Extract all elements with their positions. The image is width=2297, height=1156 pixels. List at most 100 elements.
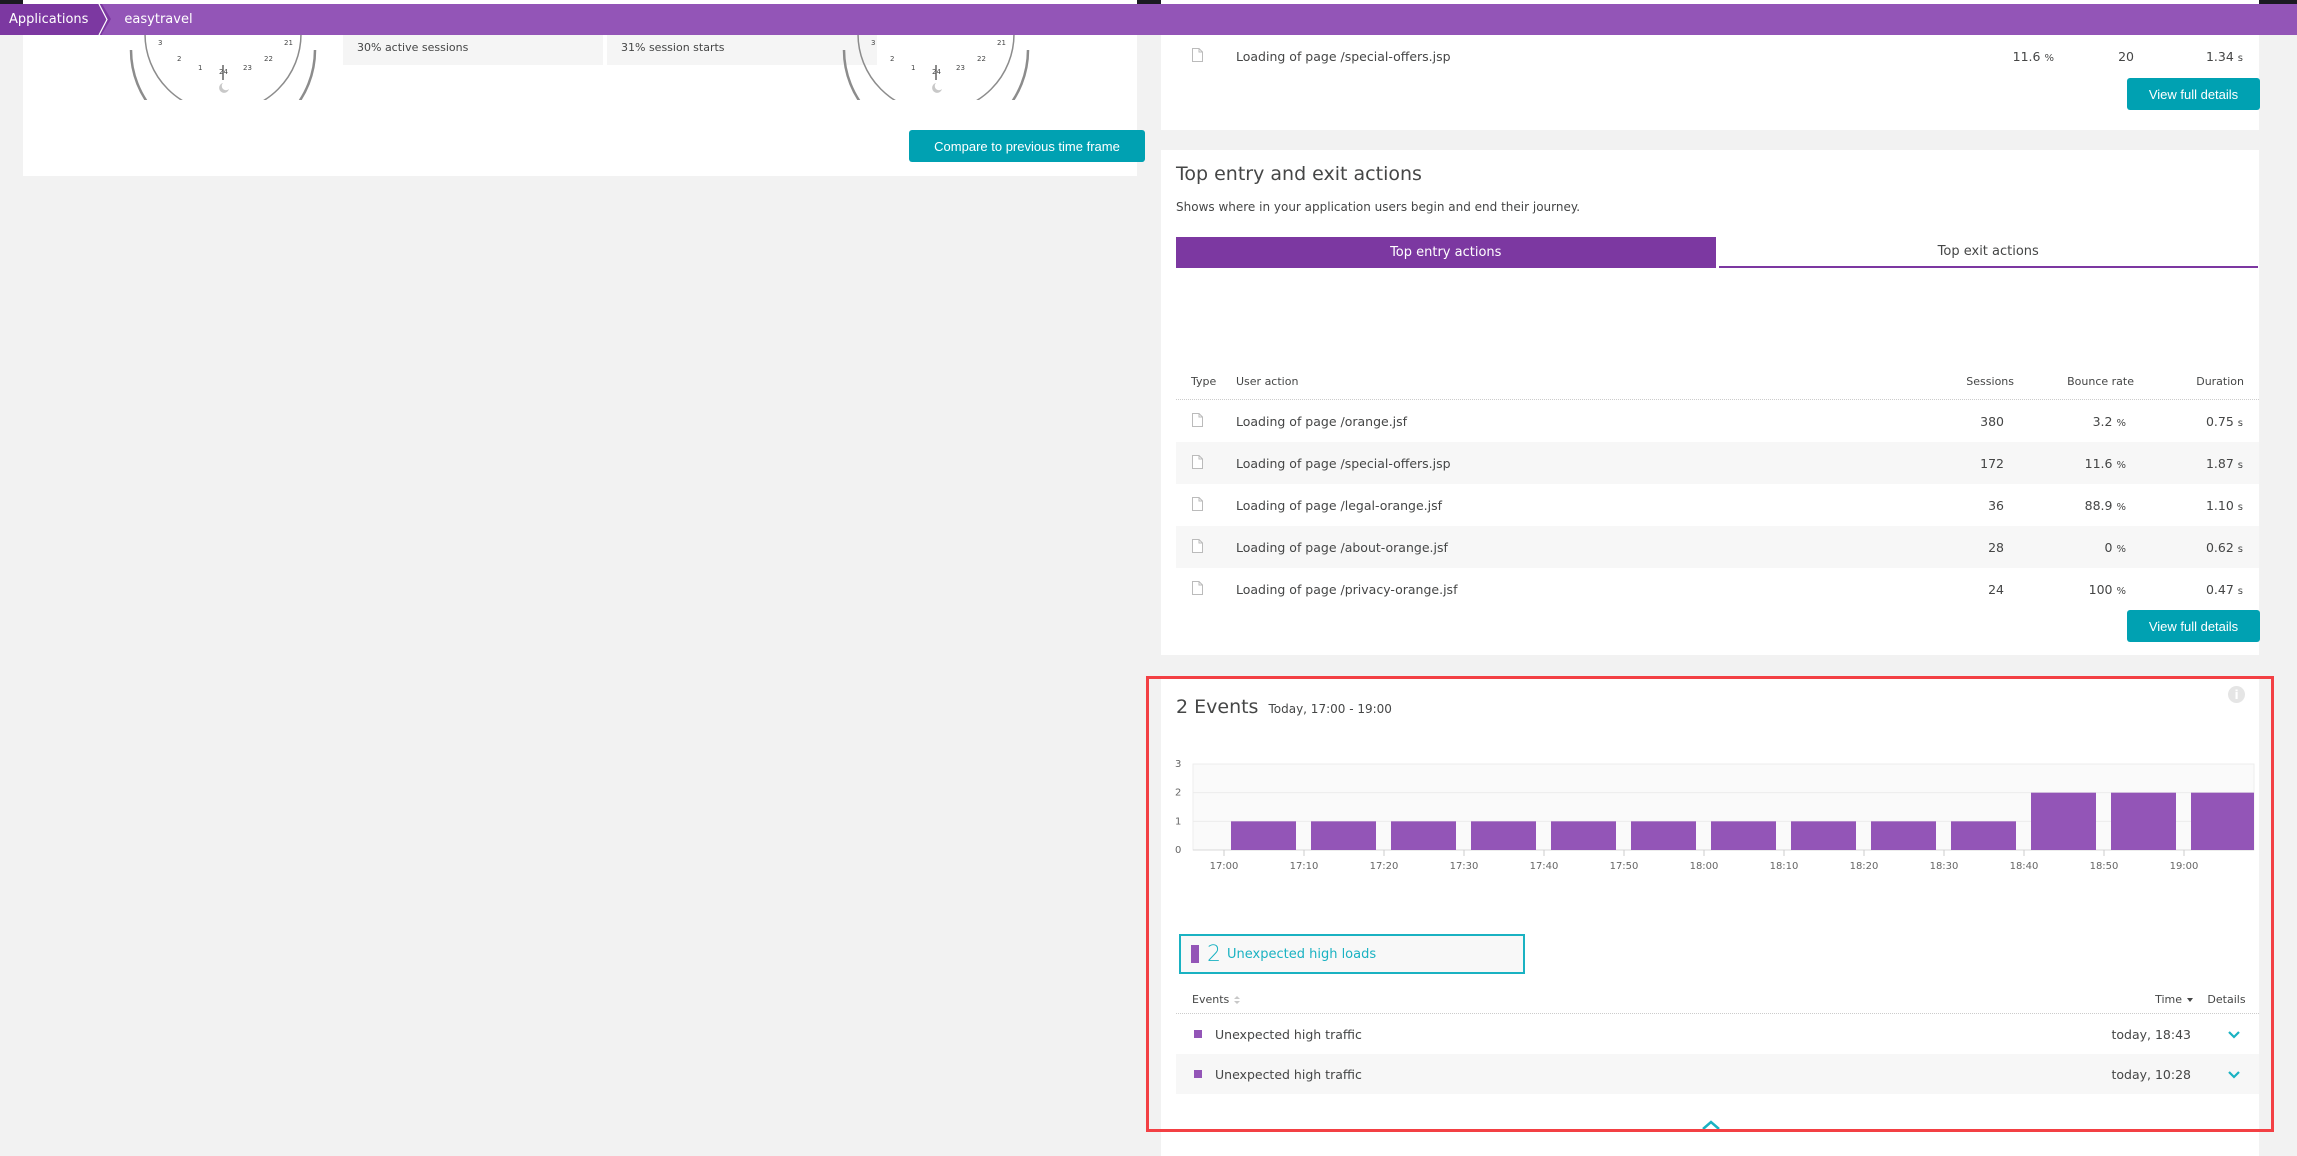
- clock-label: 2: [890, 55, 894, 63]
- event-row[interactable]: Unexpected high traffic today, 18:43: [1176, 1014, 2259, 1054]
- col-sessions[interactable]: Sessions: [1894, 375, 2014, 388]
- col-events[interactable]: Events: [1176, 993, 2129, 1006]
- duration-unit: s: [2237, 459, 2243, 471]
- bar-1835[interactable]: [1951, 821, 2016, 850]
- view-full-details-button[interactable]: View full details: [2127, 610, 2260, 642]
- events-header: 2 Events Today, 17:00 - 19:00: [1176, 696, 1392, 718]
- clock-label: 1: [911, 64, 915, 72]
- entry-exit-title: Top entry and exit actions: [1176, 163, 1422, 185]
- bar-1745[interactable]: [1551, 821, 1616, 850]
- bounce-rate-value: 11.6 %: [1944, 49, 2054, 64]
- legend-unexpected-high-loads[interactable]: 2 Unexpected high loads: [1179, 934, 1525, 974]
- moon-icon: [932, 83, 942, 93]
- event-time: today, 18:43: [2111, 1026, 2191, 1042]
- sessions-value: 20: [2118, 48, 2134, 64]
- col-bounce-rate[interactable]: Bounce rate: [2014, 375, 2134, 388]
- sessions-value: 380: [1980, 413, 2004, 429]
- event-name: Unexpected high traffic: [1215, 1026, 1362, 1042]
- bar-1725[interactable]: [1391, 821, 1456, 850]
- action-name: Loading of page /special-offers.jsp: [1236, 48, 1451, 64]
- clock-label: 23: [956, 64, 965, 72]
- entry-exit-card: Top entry and exit actions Shows where i…: [1161, 150, 2260, 655]
- event-row[interactable]: Unexpected high traffic today, 10:28: [1176, 1054, 2259, 1094]
- bar-1705[interactable]: [1231, 821, 1296, 850]
- x-tick-label: 18:40: [2010, 861, 2039, 872]
- action-name: Loading of page /orange.jsf: [1236, 413, 1408, 429]
- breadcrumb-easytravel[interactable]: easytravel: [102, 4, 192, 35]
- bar-1715[interactable]: [1311, 821, 1376, 850]
- col-time[interactable]: Time: [2129, 993, 2194, 1006]
- bar-1825[interactable]: [1871, 821, 1936, 850]
- sort-icon: [1234, 995, 1241, 1004]
- duration-unit: s: [2237, 543, 2243, 555]
- table-header: Type User action Sessions Bounce rate Du…: [1176, 364, 2259, 400]
- duration-value: 1.87 s: [2134, 456, 2259, 471]
- expand-chevron-down-icon[interactable]: [2209, 1070, 2259, 1079]
- breadcrumb-applications[interactable]: Applications: [0, 4, 112, 35]
- x-tick-label: 18:00: [1690, 861, 1719, 872]
- table-row[interactable]: Loading of page /orange.jsf 380 3.2 % 0.75 …: [1176, 400, 2259, 442]
- bar-1805[interactable]: [1711, 821, 1776, 850]
- view-full-details-button[interactable]: View full details: [2127, 78, 2260, 110]
- col-events-label: Events: [1192, 993, 1230, 1006]
- legend-label: Unexpected high loads: [1227, 946, 1377, 962]
- sort-desc-icon: [2187, 997, 2193, 1002]
- table-row[interactable]: Loading of page /about-orange.jsf 28 0 % 0.…: [1176, 526, 2259, 568]
- session-starts-label: 31% session starts: [621, 41, 725, 54]
- y-tick-label: 3: [1175, 759, 1181, 770]
- x-tick-label: 17:50: [1610, 861, 1639, 872]
- events-count-title: 2 Events: [1176, 696, 1259, 718]
- legend-swatch: [1191, 945, 1199, 963]
- duration-unit: s: [2237, 52, 2243, 64]
- page-icon: [1192, 538, 1203, 553]
- events-bar-chart: 0 1 2 3 17:00 17:10 17:20 17:30 17:40 17:50 18:00 1…: [1175, 759, 2255, 872]
- moon-icon: [219, 83, 229, 93]
- table-row[interactable]: Loading of page /special-offers.jsp 11.6…: [1176, 35, 2259, 77]
- tab-top-exit-actions[interactable]: Top exit actions: [1718, 237, 2258, 268]
- info-icon[interactable]: i: [2228, 686, 2245, 703]
- active-sessions-label: 30% active sessions: [357, 41, 469, 54]
- table-row[interactable]: Loading of page /legal-orange.jsf 36 88.9 …: [1176, 484, 2259, 526]
- bar-1845[interactable]: [2031, 792, 2096, 850]
- breadcrumb: Applications easytravel: [0, 4, 2297, 35]
- bar-1855[interactable]: [2111, 792, 2176, 850]
- col-user-action[interactable]: User action: [1236, 375, 1894, 388]
- x-tick-label: 17:30: [1450, 861, 1479, 872]
- clock-label: 24: [932, 68, 941, 76]
- bounce-number: 11.6: [2084, 455, 2113, 471]
- bounce-unit: %: [2116, 459, 2126, 471]
- clock-label: 3: [871, 39, 875, 47]
- bounce-rate-value: 11.6 %: [2014, 456, 2134, 471]
- duration-unit: s: [2237, 585, 2243, 597]
- action-name: Loading of page /privacy-orange.jsf: [1236, 581, 1458, 597]
- table-row[interactable]: Loading of page /privacy-orange.jsf 24 100…: [1176, 568, 2259, 610]
- action-name: Loading of page /special-offers.jsp: [1236, 455, 1451, 471]
- duration-value: 0.75 s: [2134, 414, 2259, 429]
- sessions-value: 172: [1980, 455, 2004, 471]
- sessions-value: 24: [1988, 581, 2004, 597]
- collapse-chevron-up-icon[interactable]: [1701, 1119, 1721, 1131]
- col-details: Details: [2207, 993, 2246, 1006]
- duration-number: 0.62: [2205, 539, 2234, 555]
- clock-label: 3: [158, 39, 162, 47]
- entry-actions-table: Type User action Sessions Bounce rate Du…: [1176, 364, 2259, 610]
- bar-1905[interactable]: [2191, 792, 2254, 850]
- bounce-unit: %: [2116, 501, 2126, 513]
- clock-label: 2: [177, 55, 181, 63]
- col-duration[interactable]: Duration: [2134, 375, 2259, 388]
- clock-label: 1: [198, 64, 202, 72]
- bounce-unit: %: [2116, 417, 2126, 429]
- tab-top-entry-actions[interactable]: Top entry actions: [1176, 237, 1716, 268]
- duration-unit: s: [2237, 501, 2243, 513]
- expand-chevron-down-icon[interactable]: [2209, 1030, 2259, 1039]
- bar-1815[interactable]: [1791, 821, 1856, 850]
- bar-1755[interactable]: [1631, 821, 1696, 850]
- entry-exit-subtitle: Shows where in your application users be…: [1176, 200, 1581, 214]
- table-row[interactable]: Loading of page /special-offers.jsp 172 11…: [1176, 442, 2259, 484]
- compare-previous-timeframe-button[interactable]: Compare to previous time frame: [909, 130, 1145, 162]
- page-icon: [1192, 496, 1203, 511]
- y-tick-label: 0: [1175, 845, 1181, 856]
- x-tick-label: 18:30: [1930, 861, 1959, 872]
- bar-1735[interactable]: [1471, 821, 1536, 850]
- event-time: today, 10:28: [2111, 1066, 2191, 1082]
